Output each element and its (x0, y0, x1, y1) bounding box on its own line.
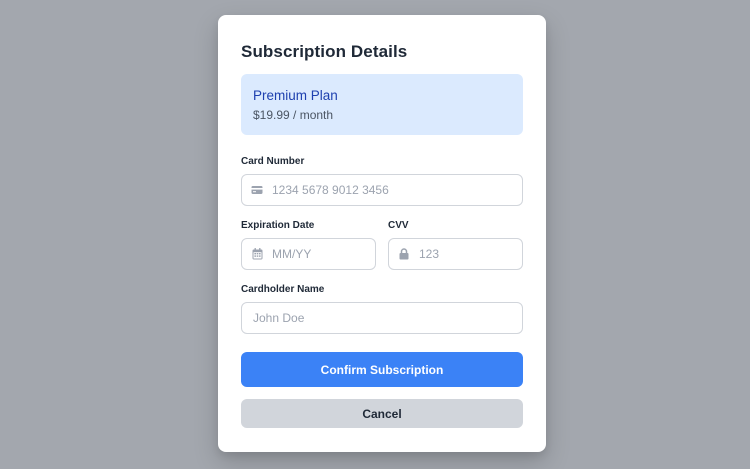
cancel-button[interactable]: Cancel (241, 399, 523, 428)
card-number-label: Card Number (241, 156, 305, 167)
cvv-input[interactable] (419, 239, 517, 269)
card-number-input[interactable] (272, 175, 517, 205)
plan-summary: Premium Plan $19.99 / month (241, 74, 523, 135)
cardholder-name-field[interactable] (241, 302, 523, 334)
cvv-field[interactable] (388, 238, 523, 270)
confirm-subscription-button[interactable]: Confirm Subscription (241, 352, 523, 387)
plan-name: Premium Plan (253, 88, 338, 103)
expiration-date-field[interactable] (241, 238, 376, 270)
subscription-modal: Subscription Details Premium Plan $19.99… (218, 15, 546, 452)
card-number-field[interactable] (241, 174, 523, 206)
expiration-date-label: Expiration Date (241, 220, 315, 231)
modal-title: Subscription Details (241, 42, 408, 61)
lock-icon (397, 239, 411, 269)
cardholder-name-input[interactable] (253, 303, 518, 333)
cvv-label: CVV (388, 220, 409, 231)
credit-card-icon (250, 175, 264, 205)
calendar-icon (250, 239, 264, 269)
plan-price: $19.99 / month (253, 108, 334, 122)
expiration-date-input[interactable] (272, 239, 370, 269)
cardholder-name-label: Cardholder Name (241, 284, 325, 295)
